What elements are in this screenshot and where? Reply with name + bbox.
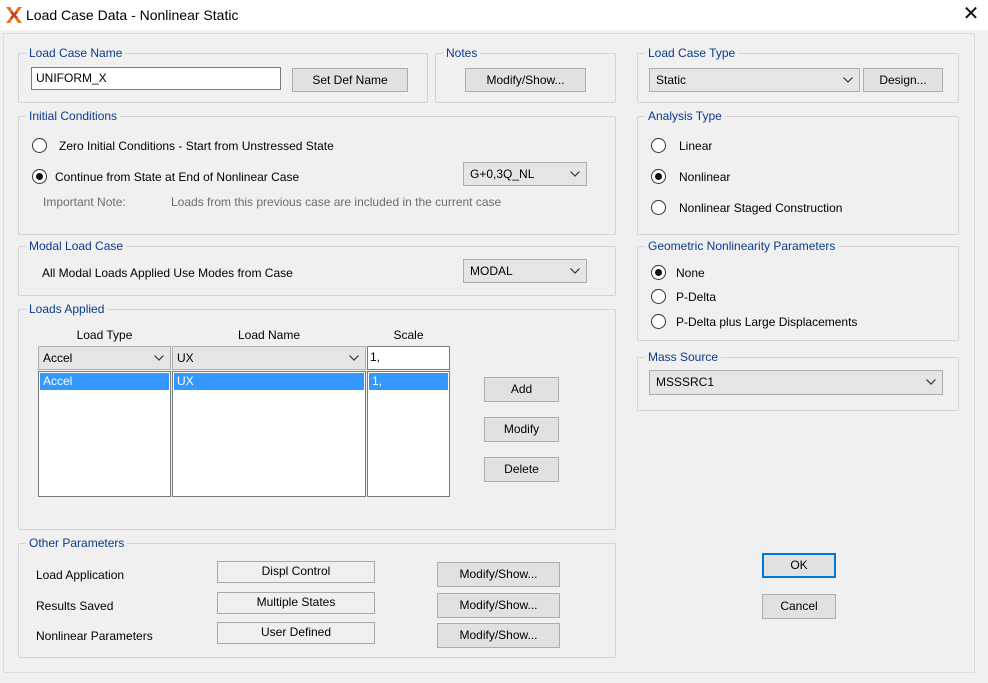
analysis-nonlinear-label: Nonlinear	[679, 170, 731, 184]
window-title: Load Case Data - Nonlinear Static	[26, 7, 239, 23]
mass-source-value: MSSSRC1	[656, 375, 715, 389]
zero-initial-conditions-radio[interactable]	[32, 138, 47, 153]
chevron-down-icon	[843, 77, 853, 83]
modal-case-select[interactable]: MODAL	[463, 259, 587, 283]
chevron-down-icon	[349, 355, 359, 361]
nonlinear-parameters-label: Nonlinear Parameters	[36, 629, 153, 643]
load-application-value: Displ Control	[217, 561, 375, 583]
list-item[interactable]: Accel	[40, 373, 169, 390]
load-application-modify-button[interactable]: Modify/Show...	[437, 562, 560, 587]
initial-case-value: G+0,3Q_NL	[470, 167, 535, 181]
load-case-name-legend: Load Case Name	[26, 45, 126, 61]
add-load-button[interactable]: Add	[484, 377, 559, 402]
analysis-type-legend: Analysis Type	[645, 108, 725, 124]
load-case-type-value: Static	[656, 73, 687, 87]
close-icon[interactable]: ✕	[958, 3, 984, 27]
geo-pdelta-large-label: P-Delta plus Large Displacements	[676, 315, 858, 329]
load-type-header: Load Type	[76, 328, 133, 342]
mass-source-legend: Mass Source	[645, 349, 722, 365]
results-saved-value: Multiple States	[217, 592, 375, 614]
title-bar: Load Case Data - Nonlinear Static ✕	[0, 0, 988, 30]
load-case-type-legend: Load Case Type	[645, 45, 739, 61]
results-saved-modify-button[interactable]: Modify/Show...	[437, 593, 560, 618]
modify-load-button[interactable]: Modify	[484, 417, 559, 442]
geometric-nonlinearity-legend: Geometric Nonlinearity Parameters	[645, 238, 839, 254]
initial-conditions-legend: Initial Conditions	[26, 108, 121, 124]
load-type-value: Accel	[43, 351, 73, 365]
set-def-name-button[interactable]: Set Def Name	[292, 68, 408, 92]
modal-load-case-legend: Modal Load Case	[26, 238, 127, 254]
nonlinear-parameters-value: User Defined	[217, 622, 375, 644]
geo-none-radio[interactable]	[651, 265, 666, 280]
continue-from-state-radio[interactable]	[32, 169, 47, 184]
load-application-label: Load Application	[36, 568, 125, 582]
important-note-text: Loads from this previous case are includ…	[171, 195, 502, 209]
chevron-down-icon	[570, 171, 580, 177]
other-parameters-legend: Other Parameters	[26, 535, 128, 551]
cancel-button[interactable]: Cancel	[762, 594, 836, 619]
zero-initial-conditions-label: Zero Initial Conditions - Start from Uns…	[59, 139, 334, 153]
geo-none-label: None	[676, 266, 705, 280]
nonlinear-parameters-modify-button[interactable]: Modify/Show...	[437, 623, 560, 648]
list-item[interactable]: 1,	[369, 373, 448, 390]
modal-case-value: MODAL	[470, 264, 513, 278]
results-saved-label: Results Saved	[36, 599, 114, 613]
modal-load-case-label: All Modal Loads Applied Use Modes from C…	[42, 266, 293, 280]
analysis-linear-label: Linear	[679, 139, 713, 153]
load-name-select[interactable]: UX	[172, 346, 366, 370]
notes-modify-show-button[interactable]: Modify/Show...	[465, 68, 586, 92]
geo-pdelta-radio[interactable]	[651, 289, 666, 304]
design-button[interactable]: Design...	[863, 68, 943, 92]
important-note-label: Important Note:	[43, 195, 126, 209]
geo-pdelta-label: P-Delta	[676, 290, 717, 304]
chevron-down-icon	[926, 379, 936, 385]
load-type-select[interactable]: Accel	[38, 346, 171, 370]
continue-from-state-label: Continue from State at End of Nonlinear …	[55, 170, 300, 184]
load-name-list[interactable]: UX	[172, 371, 366, 497]
scale-list[interactable]: 1,	[367, 371, 450, 497]
load-type-list[interactable]: Accel	[38, 371, 171, 497]
load-case-type-select[interactable]: Static	[649, 68, 860, 92]
chevron-down-icon	[570, 268, 580, 274]
list-item[interactable]: UX	[174, 373, 364, 390]
initial-case-select[interactable]: G+0,3Q_NL	[463, 162, 587, 186]
chevron-down-icon	[154, 355, 164, 361]
ok-button[interactable]: OK	[762, 553, 836, 578]
load-name-value: UX	[177, 351, 194, 365]
load-case-name-input[interactable]: UNIFORM_X	[31, 67, 281, 90]
app-logo-icon	[5, 6, 23, 24]
analysis-linear-radio[interactable]	[651, 138, 666, 153]
geo-pdelta-large-radio[interactable]	[651, 314, 666, 329]
load-name-header: Load Name	[237, 328, 301, 342]
scale-input[interactable]: 1,	[367, 346, 450, 370]
loads-applied-legend: Loads Applied	[26, 301, 108, 317]
mass-source-select[interactable]: MSSSRC1	[649, 370, 943, 395]
analysis-staged-radio[interactable]	[651, 200, 666, 215]
analysis-nonlinear-radio[interactable]	[651, 169, 666, 184]
delete-load-button[interactable]: Delete	[484, 457, 559, 482]
analysis-staged-label: Nonlinear Staged Construction	[679, 201, 843, 215]
notes-legend: Notes	[443, 45, 481, 61]
scale-header: Scale	[393, 328, 424, 342]
